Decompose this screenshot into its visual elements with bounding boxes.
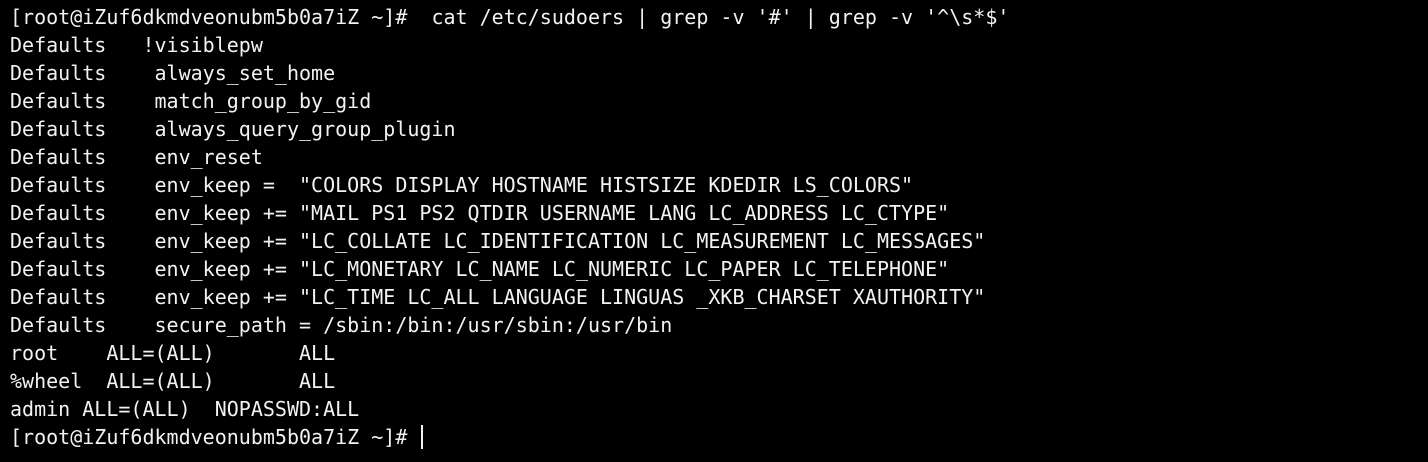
output-line: Defaults env_keep += "LC_MONETARY LC_NAM… (10, 257, 950, 281)
output-line: Defaults always_set_home (10, 61, 336, 85)
input-line[interactable]: [root@iZuf6dkmdveonubm5b0a7iZ ~]# (10, 423, 1428, 451)
output-line: root ALL=(ALL) ALL (10, 341, 336, 365)
output-line: Defaults env_reset (10, 145, 263, 169)
text-cursor (421, 425, 424, 449)
output-line: %wheel ALL=(ALL) ALL (10, 369, 336, 393)
output-line: Defaults env_keep += "LC_COLLATE LC_IDEN… (10, 229, 986, 253)
terminal-window[interactable]: [root@iZuf6dkmdveonubm5b0a7iZ ~]# cat /e… (0, 0, 1428, 462)
output-line: Defaults env_keep += "LC_TIME LC_ALL LAN… (10, 285, 986, 309)
output-line: Defaults match_group_by_gid (10, 89, 372, 113)
output-line: Defaults !visiblepw (10, 33, 263, 57)
output-line: Defaults env_keep = "COLORS DISPLAY HOST… (10, 173, 914, 197)
command-text: cat /etc/sudoers | grep -v '#' | grep -v… (407, 5, 1010, 29)
output-line: Defaults always_query_group_plugin (10, 117, 456, 141)
output-line: Defaults secure_path = /sbin:/bin:/usr/s… (10, 313, 673, 337)
shell-prompt: [root@iZuf6dkmdveonubm5b0a7iZ ~]# (10, 425, 420, 449)
output-line: admin ALL=(ALL) NOPASSWD:ALL (10, 397, 360, 421)
command-line: [root@iZuf6dkmdveonubm5b0a7iZ ~]# cat /e… (10, 3, 1428, 31)
output-line: Defaults env_keep += "MAIL PS1 PS2 QTDIR… (10, 201, 950, 225)
shell-prompt: [root@iZuf6dkmdveonubm5b0a7iZ ~]# (10, 5, 408, 29)
